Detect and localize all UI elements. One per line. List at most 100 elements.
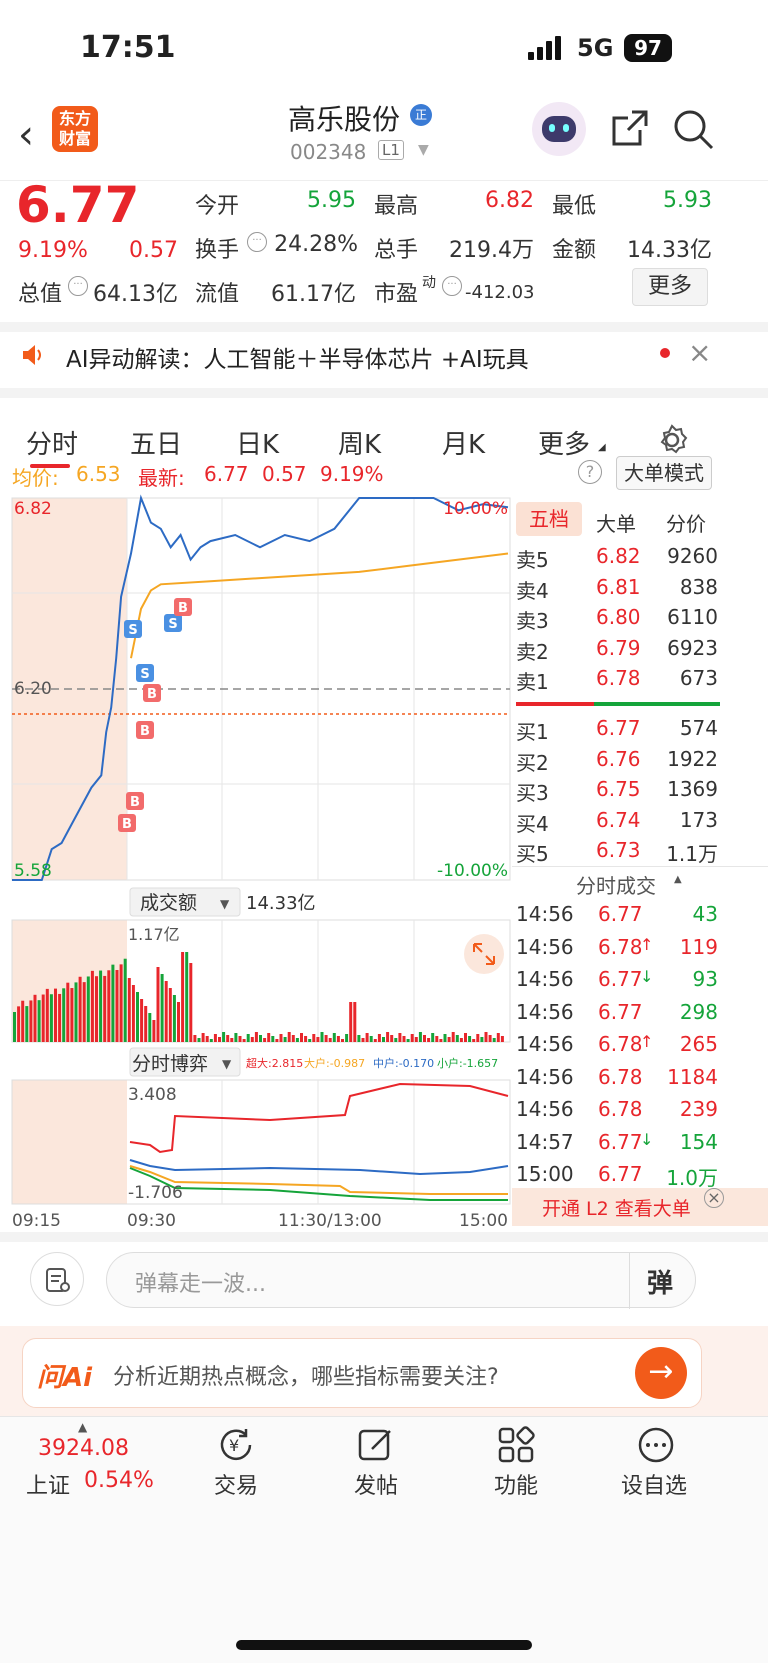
volume-bar [295, 1038, 299, 1042]
super-large-label: 超大:2.815 [246, 1056, 303, 1070]
tick-time: 14:56 [516, 902, 574, 926]
tick-time: 14:57 [516, 1129, 574, 1154]
super-large-line [129, 1082, 509, 1154]
status-bar: 17:51 5G 97 [0, 0, 768, 100]
danmaku-toggle-button[interactable]: 弹 [647, 1263, 673, 1300]
back-icon[interactable]: ‹ [18, 112, 34, 158]
tab-big-order[interactable]: 大单 [596, 508, 636, 537]
high-value: 6.82 [485, 188, 534, 213]
bid-row[interactable]: 买4 6.74 173 [512, 806, 768, 836]
volume-bar [353, 1002, 357, 1042]
ask-row[interactable]: 卖4 6.81 838 [512, 573, 768, 603]
ai-assistant-avatar[interactable] [532, 102, 586, 156]
search-icon[interactable] [672, 108, 714, 154]
volume-bar [496, 1033, 500, 1042]
volume-bar [160, 974, 164, 1042]
more-button[interactable]: 更多 [632, 268, 708, 306]
bid-row[interactable]: 买3 6.75 1369 [512, 775, 768, 805]
volume-bar [480, 1037, 484, 1042]
big-order-mode-button[interactable]: 大单模式 [616, 456, 712, 490]
bid-price: 6.75 [596, 777, 641, 801]
info-icon[interactable]: ··· [68, 276, 88, 296]
high-label: 最高 [374, 194, 419, 219]
volume-bar [218, 1037, 221, 1042]
medium-line [129, 1159, 509, 1176]
nav-add-watchlist[interactable]: 设自选 [594, 1468, 714, 1500]
index-name[interactable]: 上证 [26, 1468, 70, 1500]
ask-price: 6.81 [596, 574, 641, 599]
nav-functions[interactable]: 功能 [456, 1468, 576, 1500]
bid-row[interactable]: 买2 6.76 1922 [512, 745, 768, 775]
tick-row: 14:56 6.78 ↑ 265 [512, 1030, 768, 1062]
buy-marker: B [143, 684, 161, 702]
more-dots-icon[interactable] [636, 1425, 676, 1469]
volume-bar [476, 1034, 480, 1042]
tick-volume: 1184 [667, 1064, 718, 1089]
volume-bar [447, 1037, 451, 1042]
ask-row[interactable]: 卖3 6.80 6110 [512, 603, 768, 633]
tick-volume: 239 [679, 1097, 718, 1121]
last-price: 6.77 [16, 176, 140, 234]
trade-icon[interactable]: ¥ [216, 1425, 256, 1469]
volume-bar [90, 970, 94, 1042]
ai-banner[interactable]: AI异动解读：人工智能＋半导体芯片 +AI玩具 × [0, 332, 768, 388]
volume-bar [209, 1039, 213, 1042]
danmaku-list-icon[interactable] [30, 1252, 84, 1306]
volume-bar [230, 1038, 234, 1042]
volume-bar [431, 1033, 435, 1042]
volume-bar [316, 1037, 320, 1042]
tick-row: 14:57 6.77 ↓ 154 [512, 1128, 768, 1160]
info-icon[interactable]: ··· [442, 276, 462, 296]
large-label: 大户:-0.987 [304, 1056, 365, 1070]
close-icon[interactable]: × [704, 1188, 724, 1208]
volume-bar [332, 1033, 336, 1042]
ask-ai-prompt: 分析近期热点概念，哪些指标需要关注? [113, 1365, 499, 1390]
pct-change: 9.19% [18, 238, 88, 263]
ask-row[interactable]: 卖2 6.79 6923 [512, 634, 768, 664]
ticks-title[interactable]: 分时成交 [576, 870, 656, 899]
volume-bar [279, 1034, 283, 1042]
nav-trade[interactable]: 交易 [176, 1468, 296, 1500]
tab-price-dist[interactable]: 分价 [666, 508, 706, 537]
post-icon[interactable] [356, 1425, 396, 1469]
l2-promo[interactable]: 开通 L2 查看大单 × [512, 1188, 768, 1226]
gear-icon[interactable] [656, 424, 688, 460]
tick-row: 14:56 6.78 239 [512, 1095, 768, 1127]
volume-bar [17, 1006, 21, 1042]
bid-row[interactable]: 买1 6.77 574 [512, 714, 768, 744]
chevron-down-icon[interactable]: ▼ [418, 142, 429, 158]
info-icon[interactable]: ··· [247, 232, 267, 252]
intraday-chart[interactable]: 6.82 6.20 5.58 10.00% -10.00% B B B B S … [0, 490, 512, 1230]
arrow-right-icon[interactable]: → [635, 1347, 687, 1399]
ask-price: 6.78 [596, 666, 641, 690]
ask-row[interactable]: 卖1 6.78 673 [512, 664, 768, 694]
danmaku-input[interactable]: 弹幕走一波... 弹 [106, 1252, 696, 1309]
ask-level-label: 卖4 [516, 578, 549, 603]
index-pct[interactable]: 0.54% [84, 1468, 154, 1493]
tick-time: 14:56 [516, 1032, 574, 1056]
bid-row[interactable]: 买5 6.73 1.1万 [512, 836, 768, 866]
help-icon[interactable]: ? [578, 460, 602, 484]
close-icon[interactable]: × [688, 336, 711, 369]
volume-bar [390, 1035, 394, 1042]
bid-level-label: 买3 [516, 781, 549, 805]
index-value[interactable]: 3924.08 [38, 1436, 129, 1461]
share-icon[interactable] [610, 108, 650, 152]
ask-row[interactable]: 卖5 6.82 9260 [512, 542, 768, 572]
ask-ai-box[interactable]: 问Ai 分析近期热点概念，哪些指标需要关注? → [22, 1338, 702, 1408]
latest-pct: 9.19% [320, 462, 384, 486]
x-label: 15:00 [459, 1211, 508, 1230]
volume-bar [304, 1036, 308, 1042]
grid-icon[interactable] [496, 1425, 536, 1469]
tab-level5[interactable]: 五档 [516, 502, 582, 536]
volume-bar [414, 1037, 418, 1042]
float-value: 61.17亿 [271, 282, 356, 307]
nav-post[interactable]: 发帖 [316, 1468, 436, 1500]
pe-sup: 动 [422, 275, 436, 291]
ask-level-label: 卖5 [516, 548, 549, 572]
bid-volume: 574 [679, 716, 718, 740]
svg-text:B: B [140, 724, 150, 739]
volume-bar [439, 1039, 443, 1042]
tick-time: 14:56 [516, 967, 574, 991]
tick-row: 14:56 6.77 298 [512, 998, 768, 1030]
